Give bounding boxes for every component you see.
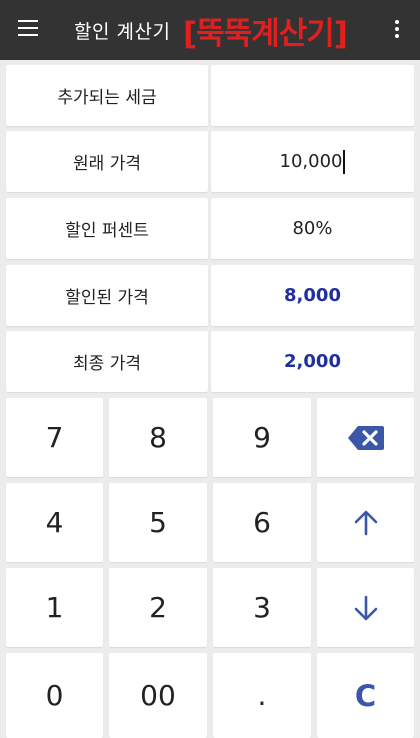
- field-row-discounted-price: 할인된 가격 8,000: [0, 265, 420, 326]
- text-caret: [343, 149, 346, 174]
- move-down-button[interactable]: [317, 568, 414, 647]
- overflow-menu-icon[interactable]: [395, 20, 399, 40]
- original-price-text: 10,000: [279, 151, 343, 172]
- key-6[interactable]: 6: [213, 483, 311, 562]
- key-4[interactable]: 4: [6, 483, 103, 562]
- field-value-original-price[interactable]: 10,000: [211, 131, 414, 192]
- key-9[interactable]: 9: [213, 398, 311, 477]
- key-decimal[interactable]: .: [213, 653, 311, 738]
- app-bar: 할인 계산기 [뚝뚝계산기]: [0, 0, 420, 60]
- field-row-final-price: 최종 가격 2,000: [0, 331, 420, 392]
- app-logo: [뚝뚝계산기]: [183, 16, 348, 52]
- move-up-button[interactable]: [317, 483, 414, 562]
- backspace-button[interactable]: [317, 398, 414, 477]
- key-3[interactable]: 3: [213, 568, 311, 647]
- arrow-down-icon: [354, 595, 377, 620]
- backspace-icon: [347, 425, 384, 450]
- key-5[interactable]: 5: [109, 483, 207, 562]
- field-label-final-price: 최종 가격: [6, 331, 208, 392]
- field-label-original-price: 원래 가격: [6, 131, 208, 192]
- field-row-original-price: 원래 가격 10,000: [0, 131, 420, 192]
- field-label-discounted-price: 할인된 가격: [6, 265, 208, 326]
- field-value-discount-percent[interactable]: 80%: [211, 198, 414, 259]
- key-00[interactable]: 00: [109, 653, 207, 738]
- field-label-tax: 추가되는 세금: [6, 65, 208, 126]
- key-1[interactable]: 1: [6, 568, 103, 647]
- clear-button[interactable]: C: [317, 653, 414, 738]
- key-7[interactable]: 7: [6, 398, 103, 477]
- field-value-discounted-price: 8,000: [211, 265, 414, 326]
- field-value-final-price: 2,000: [211, 331, 414, 392]
- field-row-tax: 추가되는 세금: [0, 65, 420, 126]
- field-value-tax[interactable]: [211, 65, 414, 126]
- menu-icon[interactable]: [18, 20, 38, 38]
- field-label-discount-percent: 할인 퍼센트: [6, 198, 208, 259]
- field-row-discount-percent: 할인 퍼센트 80%: [0, 198, 420, 259]
- key-2[interactable]: 2: [109, 568, 207, 647]
- arrow-up-icon: [354, 510, 377, 535]
- key-8[interactable]: 8: [109, 398, 207, 477]
- page-title: 할인 계산기: [74, 21, 171, 43]
- key-0[interactable]: 0: [6, 653, 103, 738]
